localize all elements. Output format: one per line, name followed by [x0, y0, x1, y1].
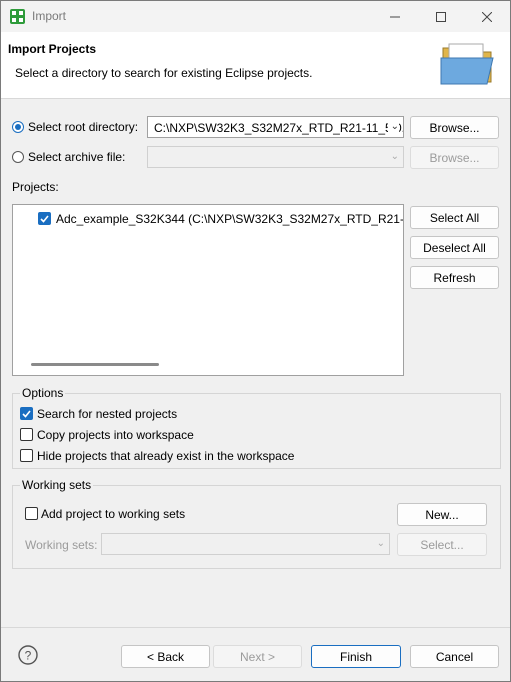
- dialog-header: Import Projects Select a directory to se…: [1, 32, 510, 99]
- projects-label: Projects:: [12, 180, 59, 194]
- add-to-working-sets-checkbox[interactable]: [25, 507, 38, 520]
- checkmark-icon: [22, 410, 31, 418]
- root-directory-value: C:\NXP\SW32K3_S32M27x_RTD_R21-11_5.0.0: [154, 121, 404, 135]
- project-checkbox[interactable]: [38, 212, 51, 225]
- checkmark-icon: [40, 215, 49, 223]
- close-button[interactable]: [464, 1, 510, 32]
- finish-button[interactable]: Finish: [311, 645, 401, 668]
- projects-list[interactable]: Adc_example_S32K344 (C:\NXP\SW32K3_S32M2…: [12, 204, 404, 376]
- working-sets-group: [12, 485, 501, 569]
- copy-projects-label: Copy projects into workspace: [37, 428, 194, 442]
- window-title: Import: [32, 9, 67, 23]
- nested-projects-checkbox[interactable]: [20, 407, 33, 420]
- back-button[interactable]: < Back: [121, 645, 210, 668]
- folder-icon: [440, 43, 494, 85]
- chevron-down-icon: ⌄: [376, 538, 385, 549]
- archive-file-label: Select archive file:: [28, 150, 126, 164]
- root-directory-combo[interactable]: C:\NXP\SW32K3_S32M27x_RTD_R21-11_5.0.0 ⌄: [147, 116, 404, 138]
- working-sets-label: Working sets:: [25, 538, 98, 552]
- page-description: Select a directory to search for existin…: [15, 66, 313, 80]
- working-sets-combo[interactable]: ⌄: [101, 533, 390, 555]
- next-button[interactable]: Next >: [213, 645, 302, 668]
- help-icon[interactable]: ?: [18, 645, 38, 665]
- minimize-icon: [390, 16, 400, 17]
- list-item[interactable]: Adc_example_S32K344 (C:\NXP\SW32K3_S32M2…: [38, 210, 404, 228]
- add-to-working-sets-label: Add project to working sets: [41, 507, 186, 521]
- root-directory-radio[interactable]: [12, 121, 24, 133]
- hide-existing-label: Hide projects that already exist in the …: [37, 449, 295, 463]
- archive-file-radio[interactable]: [12, 151, 24, 163]
- select-all-button[interactable]: Select All: [410, 206, 499, 229]
- title-bar: Import: [1, 1, 510, 32]
- browse-archive-button[interactable]: Browse...: [410, 146, 499, 169]
- refresh-button[interactable]: Refresh: [410, 266, 499, 289]
- hide-existing-checkbox[interactable]: [20, 449, 33, 462]
- select-working-sets-button[interactable]: Select...: [397, 533, 487, 556]
- minimize-button[interactable]: [372, 1, 418, 32]
- browse-root-button[interactable]: Browse...: [410, 116, 499, 139]
- archive-file-combo[interactable]: ⌄: [147, 146, 404, 168]
- app-icon: [10, 9, 25, 24]
- root-directory-label: Select root directory:: [28, 120, 139, 134]
- footer-separator: [1, 627, 510, 628]
- svg-text:?: ?: [25, 649, 32, 663]
- import-dialog: Import Import Projects Select a director…: [0, 0, 511, 682]
- maximize-icon: [436, 11, 446, 22]
- project-label: Adc_example_S32K344 (C:\NXP\SW32K3_S32M2…: [56, 212, 404, 226]
- chevron-down-icon: ⌄: [387, 121, 399, 132]
- nested-projects-label: Search for nested projects: [37, 407, 178, 421]
- working-sets-title: Working sets: [20, 478, 94, 492]
- copy-projects-checkbox[interactable]: [20, 428, 33, 441]
- new-working-set-button[interactable]: New...: [397, 503, 487, 526]
- maximize-button[interactable]: [418, 1, 464, 32]
- chevron-down-icon: ⌄: [390, 151, 399, 162]
- options-title: Options: [20, 386, 66, 400]
- cancel-button[interactable]: Cancel: [410, 645, 499, 668]
- deselect-all-button[interactable]: Deselect All: [410, 236, 499, 259]
- close-icon: [482, 11, 492, 22]
- page-title: Import Projects: [8, 42, 97, 56]
- horizontal-scrollbar[interactable]: [31, 363, 159, 366]
